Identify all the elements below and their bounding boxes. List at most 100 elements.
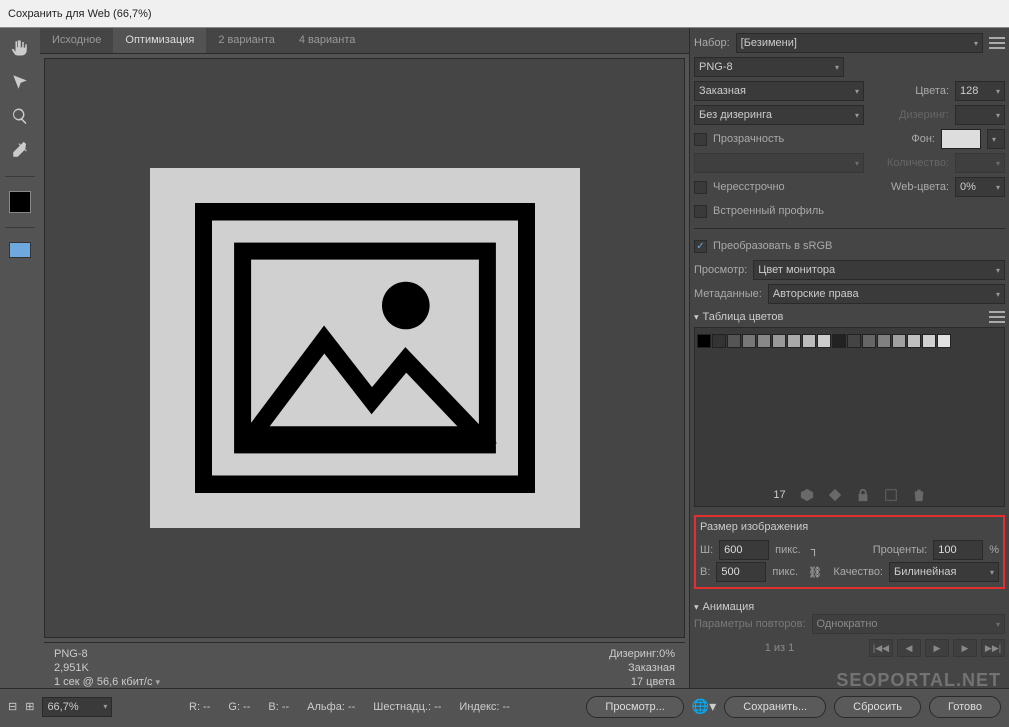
readout-index: Индекс: -- [459,701,509,713]
tab-optimized[interactable]: Оптимизация [113,28,206,53]
colors-label: Цвета: [915,85,949,97]
prev-frame-button: ◀ [897,639,921,657]
color-swatch[interactable] [832,334,846,348]
preview-button[interactable]: Просмотр... [586,696,683,718]
trans-dither-select: ▾ [694,153,864,173]
watermark: SEOPORTAL.NET [836,670,1001,691]
cube-icon[interactable] [800,488,814,502]
play-button: ▶ [925,639,949,657]
tab-4up[interactable]: 4 варианта [287,28,368,53]
matte-select[interactable]: ▾ [987,129,1005,149]
color-swatch[interactable] [817,334,831,348]
color-swatch[interactable] [772,334,786,348]
canvas[interactable] [44,58,685,638]
readout-b: B: -- [268,701,289,713]
transparency-checkbox[interactable] [694,133,707,146]
color-table-panel: 17 [694,327,1005,507]
tab-2up[interactable]: 2 варианта [206,28,287,53]
percent-input[interactable] [933,540,983,560]
diamond-icon[interactable] [828,488,842,502]
color-swatch[interactable] [802,334,816,348]
width-unit: пикс. [775,544,801,556]
readout-hex: Шестнадц.: -- [373,701,441,713]
width-input[interactable] [719,540,769,560]
transparency-label: Прозрачность [713,133,784,145]
bottom-bar: ⊟ ⊞ 66,7%▾ R: -- G: -- B: -- Альфа: -- Ш… [0,688,1009,724]
image-size-header: Размер изображения [700,521,999,533]
done-button[interactable]: Готово [929,696,1001,718]
format-select[interactable]: PNG-8▾ [694,57,844,77]
colors-select[interactable]: 128▾ [955,81,1005,101]
width-label: Ш: [700,544,713,556]
info-speed: 1 сек @ 56,6 кбит/с [54,676,152,688]
eyedropper-tool[interactable] [8,138,32,162]
color-swatch[interactable] [892,334,906,348]
slice-select-tool[interactable] [8,70,32,94]
palette-select[interactable]: Заказная▾ [694,81,864,101]
amount-label: Количество: [887,157,949,169]
next-frame-button: ▶ [953,639,977,657]
websnap-label: Web-цвета: [891,181,949,193]
percent-symbol: % [989,544,999,556]
dither-label: Дизеринг: [899,109,949,121]
color-swatch[interactable] [787,334,801,348]
minus-icon[interactable]: ⊟ [8,700,17,713]
slice-visibility-icon[interactable] [9,242,31,258]
preview-select[interactable]: Цвет монитора▾ [753,260,1005,280]
link-icon[interactable]: ⛓ [808,566,822,579]
color-swatch[interactable] [922,334,936,348]
percent-label: Проценты: [873,544,928,556]
color-swatch[interactable] [862,334,876,348]
plus-icon[interactable]: ⊞ [25,700,34,713]
embed-profile-checkbox[interactable] [694,205,707,218]
readout-alpha: Альфа: -- [307,701,355,713]
color-swatch[interactable] [937,334,951,348]
info-colors: 17 цвета [609,675,675,689]
quality-select[interactable]: Билинейная▾ [889,562,999,582]
quality-label: Качество: [833,566,883,578]
panel-menu-icon[interactable] [989,37,1005,49]
zoom-select[interactable]: 66,7%▾ [42,697,112,717]
color-table-menu-icon[interactable] [989,311,1005,323]
matte-colorwell[interactable] [941,129,981,149]
color-swatch[interactable] [712,334,726,348]
foreground-swatch[interactable] [9,191,31,213]
info-palette: Заказная [609,661,675,675]
tab-original[interactable]: Исходное [40,28,113,53]
dither-amount-select[interactable]: ▾ [955,105,1005,125]
color-swatch[interactable] [697,334,711,348]
zoom-tool[interactable] [8,104,32,128]
new-swatch-icon[interactable] [884,488,898,502]
srgb-checkbox[interactable] [694,240,707,253]
color-swatch[interactable] [742,334,756,348]
hand-tool[interactable] [8,36,32,60]
tools-toolbar [0,28,40,688]
color-swatch[interactable] [727,334,741,348]
trash-icon[interactable] [912,488,926,502]
interlaced-checkbox[interactable] [694,181,707,194]
embed-profile-label: Встроенный профиль [713,205,824,217]
readout-g: G: -- [228,701,250,713]
browser-icon[interactable]: 🌐▾ [692,698,716,715]
color-swatch[interactable] [877,334,891,348]
dither-method-select[interactable]: Без дизеринга▾ [694,105,864,125]
color-swatch[interactable] [847,334,861,348]
lock-icon[interactable] [856,488,870,502]
settings-panel: Набор: [Безимени]▾ PNG-8▾ Заказная▾ Цвет… [689,28,1009,688]
loop-select: Однократно▾ [812,614,1005,634]
save-button[interactable]: Сохранить... [724,696,826,718]
matte-label: Фон: [911,133,935,145]
preset-label: Набор: [694,37,730,49]
color-swatch[interactable] [907,334,921,348]
websnap-select[interactable]: 0%▾ [955,177,1005,197]
metadata-select[interactable]: Авторские права▾ [768,284,1005,304]
color-swatch[interactable] [757,334,771,348]
height-input[interactable] [716,562,766,582]
metadata-label: Метаданные: [694,288,762,300]
info-size: 2,951K [54,661,160,675]
last-frame-button: ▶▶| [981,639,1005,657]
loop-label: Параметры повторов: [694,618,806,630]
cancel-button[interactable]: Сбросить [834,696,921,718]
preset-select[interactable]: [Безимени]▾ [736,33,983,53]
color-count: 17 [773,489,785,501]
